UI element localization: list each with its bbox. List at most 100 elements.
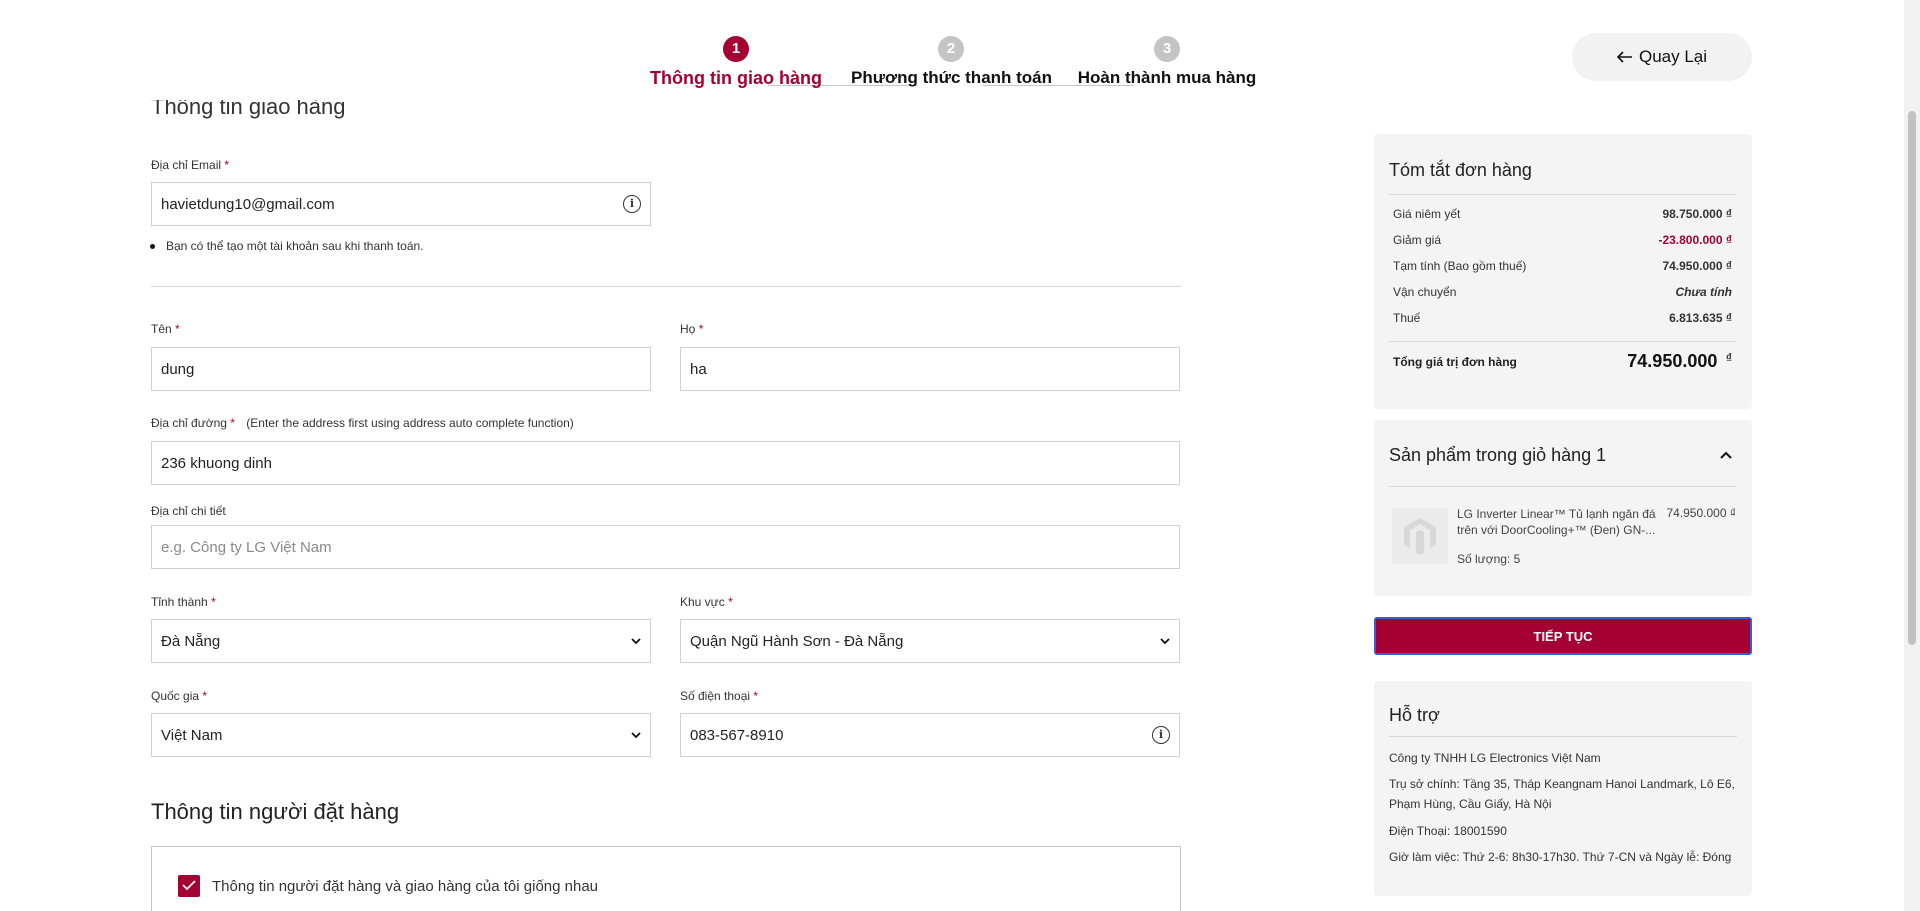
same-as-shipping-label: Thông tin người đặt hàng và giao hàng củ… bbox=[212, 878, 599, 895]
card-divider bbox=[1389, 194, 1737, 195]
step-label: Thông tin giao hàng bbox=[650, 68, 822, 88]
last-name-field[interactable]: ha bbox=[680, 347, 1180, 391]
back-button-label: Quay Lại bbox=[1638, 47, 1708, 66]
total-value: 74.950.000 bbox=[1627, 351, 1718, 371]
address-detail-field[interactable]: e.g. Công ty LG Việt Nam bbox=[151, 525, 1180, 569]
summary-label: Vận chuyển bbox=[1393, 285, 1457, 299]
product-quantity: Số lượng: 5 bbox=[1457, 552, 1521, 566]
last-name-label: Họ * bbox=[680, 322, 703, 336]
last-name-value: ha bbox=[690, 360, 707, 378]
first-name-label: Tên * bbox=[151, 322, 180, 336]
district-label: Khu vực * bbox=[680, 595, 733, 609]
province-select[interactable]: Đà Nẵng bbox=[151, 619, 651, 663]
chevron-up-icon[interactable] bbox=[1720, 451, 1732, 459]
first-name-value: dung bbox=[161, 360, 195, 378]
support-hours: Giờ làm việc: Thứ 2-6: 8h30-17h30. Thứ 7… bbox=[1389, 850, 1732, 864]
product-price: 74.950.000 ₫ bbox=[1666, 506, 1736, 520]
support-title: Hỗ trợ bbox=[1389, 705, 1440, 725]
summary-value: 74.950.000 ₫ bbox=[1662, 259, 1732, 273]
orderer-section-title: Thông tin người đặt hàng bbox=[151, 799, 400, 824]
street-value: 236 khuong dinh bbox=[161, 454, 272, 472]
info-icon[interactable]: i bbox=[1152, 726, 1170, 744]
checkout-page: 1 Thông tin giao hàng 2 Phương thức than… bbox=[0, 0, 1904, 911]
step-label: Phương thức thanh toán bbox=[851, 68, 1053, 87]
cart-title: Sản phẩm trong giỏ hàng 1 bbox=[1389, 445, 1607, 465]
email-field[interactable]: havietdung10@gmail.com i bbox=[151, 182, 651, 226]
summary-label: Giá niêm yết bbox=[1393, 207, 1461, 221]
summary-total-row: Tổng giá trị đơn hàng 74.950.000 ₫ bbox=[1393, 351, 1732, 372]
summary-row-shipping: Vận chuyển Chưa tính bbox=[1393, 285, 1732, 299]
page-scrollbar[interactable] bbox=[1904, 0, 1920, 911]
cart-card: Sản phẩm trong giỏ hàng 1 LG Inverter Li… bbox=[1374, 420, 1752, 596]
card-divider bbox=[1389, 486, 1737, 487]
info-icon[interactable]: i bbox=[623, 195, 641, 213]
email-hint: Bạn có thể tạo một tài khoản sau khi tha… bbox=[150, 239, 424, 253]
product-name[interactable]: LG Inverter Linear™ Tủ lạnh ngăn đá trên… bbox=[1457, 506, 1657, 538]
last-name-label-text: Họ bbox=[680, 322, 696, 336]
chevron-down-icon bbox=[631, 731, 641, 738]
summary-value: Chưa tính bbox=[1675, 285, 1732, 299]
order-summary-card: Tóm tắt đơn hàng Giá niêm yết 98.750.000… bbox=[1374, 134, 1752, 409]
summary-row-discount: Giảm giá -23.800.000 ₫ bbox=[1393, 233, 1732, 247]
total-amount: 74.950.000 ₫ bbox=[1627, 351, 1732, 372]
summary-row-tax: Thuế 6.813.635 ₫ bbox=[1393, 311, 1732, 325]
product-thumbnail[interactable] bbox=[1392, 508, 1448, 564]
checkmark-icon bbox=[182, 880, 196, 891]
summary-value: -23.800.000 ₫ bbox=[1658, 233, 1732, 247]
phone-field[interactable]: 083-567-8910 i bbox=[680, 713, 1180, 757]
placeholder-logo-icon bbox=[1404, 518, 1436, 555]
required-mark: * bbox=[728, 595, 733, 609]
back-button[interactable]: Quay Lại bbox=[1572, 33, 1752, 81]
district-select[interactable]: Quận Ngũ Hành Sơn - Đà Nẵng bbox=[680, 619, 1180, 663]
country-label-text: Quốc gia bbox=[151, 689, 200, 703]
chevron-down-icon bbox=[1160, 637, 1170, 644]
same-as-shipping-checkbox[interactable] bbox=[178, 875, 200, 897]
email-label-text: Địa chỉ Email bbox=[151, 158, 222, 172]
support-card: Hỗ trợ Công ty TNHH LG Electronics Việt … bbox=[1374, 681, 1752, 896]
required-mark: * bbox=[224, 158, 230, 172]
summary-label: Tạm tính (Bao gồm thuế) bbox=[1393, 259, 1527, 273]
phone-label: Số điện thoại * bbox=[680, 689, 758, 703]
orderer-box: Thông tin người đặt hàng và giao hàng củ… bbox=[151, 846, 1181, 911]
support-company: Công ty TNHH LG Electronics Việt Nam bbox=[1389, 751, 1601, 765]
summary-label: Giảm giá bbox=[1393, 233, 1442, 247]
continue-button[interactable]: TIẾP TỤC bbox=[1374, 617, 1752, 655]
summary-row-subtotal: Tạm tính (Bao gồm thuế) 74.950.000 ₫ bbox=[1393, 259, 1732, 273]
summary-value: 6.813.635 ₫ bbox=[1669, 311, 1732, 325]
step-number: 3 bbox=[1154, 36, 1180, 62]
support-address: Trụ sở chính: Tầng 35, Tháp Keangnam Han… bbox=[1389, 777, 1735, 811]
required-mark: * bbox=[698, 322, 704, 336]
province-value: Đà Nẵng bbox=[161, 632, 221, 650]
required-mark: * bbox=[175, 322, 180, 336]
card-divider bbox=[1389, 736, 1737, 737]
shipping-title-text: Thông tin giao hàng bbox=[151, 100, 346, 119]
card-divider bbox=[1389, 341, 1737, 342]
required-mark: * bbox=[230, 416, 235, 430]
first-name-field[interactable]: dung bbox=[151, 347, 651, 391]
scrollbar-thumb[interactable] bbox=[1908, 111, 1916, 645]
district-label-text: Khu vực bbox=[680, 595, 725, 609]
first-name-label-text: Tên bbox=[151, 322, 172, 336]
country-label: Quốc gia * bbox=[151, 689, 207, 703]
chevron-down-icon bbox=[631, 637, 641, 644]
address-detail-label-text: Địa chỉ chi tiết bbox=[151, 504, 226, 518]
district-value: Quận Ngũ Hành Sơn - Đà Nẵng bbox=[690, 632, 904, 650]
street-label-text: Địa chỉ đường bbox=[151, 416, 227, 430]
email-value: havietdung10@gmail.com bbox=[161, 195, 335, 213]
street-label: Địa chỉ đường * (Enter the address first… bbox=[151, 416, 574, 430]
order-summary-title: Tóm tắt đơn hàng bbox=[1389, 160, 1532, 180]
step-shipping-info: 1 Thông tin giao hàng bbox=[650, 36, 822, 89]
required-mark: * bbox=[202, 689, 208, 703]
street-address-field[interactable]: 236 khuong dinh bbox=[151, 441, 1180, 485]
summary-row-list-price: Giá niêm yết 98.750.000 ₫ bbox=[1393, 207, 1732, 221]
email-label: Địa chỉ Email * bbox=[151, 158, 229, 172]
address-detail-placeholder: e.g. Công ty LG Việt Nam bbox=[161, 538, 332, 556]
summary-value: 98.750.000 ₫ bbox=[1662, 207, 1732, 221]
arrow-left-icon bbox=[1616, 51, 1632, 63]
country-select[interactable]: Việt Nam bbox=[151, 713, 651, 757]
country-value: Việt Nam bbox=[161, 726, 223, 744]
total-label: Tổng giá trị đơn hàng bbox=[1393, 354, 1517, 369]
total-currency: ₫ bbox=[1725, 351, 1732, 365]
step-complete-purchase: 3 Hoàn thành mua hàng bbox=[1077, 36, 1257, 88]
required-mark: * bbox=[211, 595, 216, 609]
